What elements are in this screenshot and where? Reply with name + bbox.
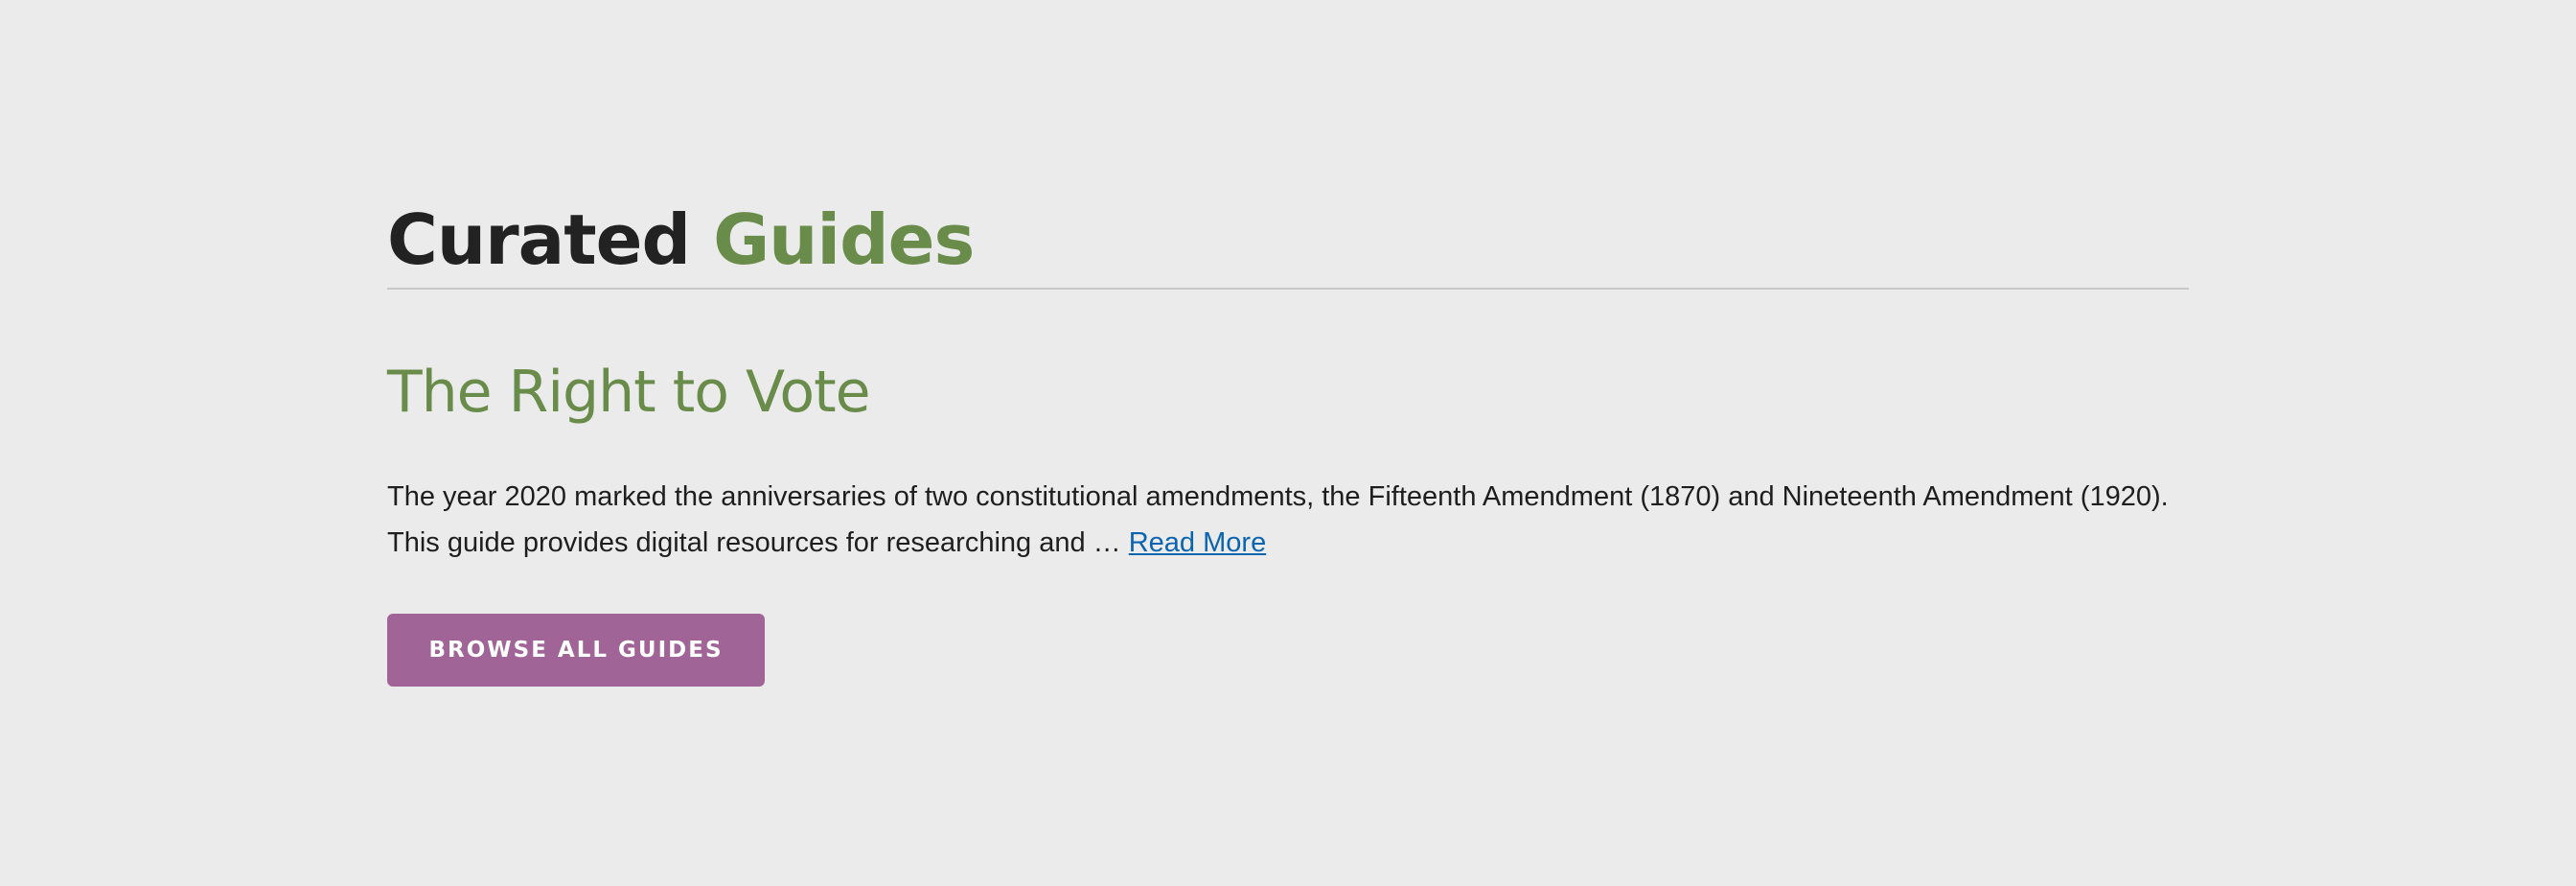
read-more-link[interactable]: Read More	[1129, 527, 1266, 558]
guide-excerpt-text: The year 2020 marked the anniversaries o…	[387, 481, 2169, 558]
browse-all-guides-button[interactable]: BROWSE ALL GUIDES	[387, 614, 765, 687]
guide-title[interactable]: The Right to Vote	[387, 359, 2189, 426]
section-heading: Curated Guides	[387, 199, 2189, 280]
guide-excerpt: The year 2020 marked the anniversaries o…	[387, 474, 2189, 566]
section-divider	[387, 288, 2189, 290]
section-heading-primary: Curated	[387, 199, 691, 280]
section-heading-accent: Guides	[713, 199, 975, 280]
curated-guides-section: Curated Guides The Right to Vote The yea…	[387, 199, 2189, 687]
